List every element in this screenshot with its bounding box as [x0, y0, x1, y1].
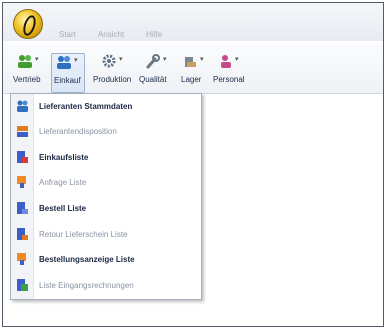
chevron-down-icon: ▾ [74, 57, 78, 64]
ribbon-label: Einkauf [54, 76, 81, 85]
menu-item-einkaufsliste[interactable]: Einkaufsliste [11, 148, 201, 168]
ribbon-label: Qualität [139, 75, 167, 84]
menu-item-label: Lieferanten Stammdaten [39, 102, 133, 111]
vertrieb-button[interactable]: ▾ Vertrieb [13, 53, 43, 91]
menu-item-label: Lieferantendisposition [39, 127, 117, 136]
group-people-icon [18, 55, 32, 68]
order-list-icon [17, 202, 28, 214]
chevron-down-icon: ▾ [200, 56, 204, 63]
ribbon-label: Lager [181, 75, 202, 84]
menu-item-lieferantendisposition[interactable]: Lieferantendisposition [11, 122, 201, 142]
wrench-icon [146, 54, 160, 69]
menu-item-label: Bestellungsanzeige Liste [39, 255, 135, 264]
chevron-down-icon: ▾ [163, 56, 167, 63]
menu-item-bestellungsanzeige-liste[interactable]: Bestellungsanzeige Liste [11, 250, 201, 270]
qualitaet-button[interactable]: ▾ Qualität [139, 53, 171, 91]
menu-item-label: Retour Lieferschein Liste [39, 230, 128, 239]
menu-item-label: Bestell Liste [39, 204, 87, 213]
ribbon-label: Personal [213, 75, 245, 84]
gear-icon [102, 54, 116, 68]
invoice-list-icon [17, 279, 28, 291]
lager-button[interactable]: ▾ Lager [181, 53, 207, 91]
ribbon-label: Vertrieb [13, 75, 41, 84]
ribbon-label: Produktion [93, 75, 132, 84]
menu-item-liste-eingangsrechnungen[interactable]: Liste Eingangsrechnungen [11, 276, 201, 296]
menu-item-lieferanten-stammdaten[interactable]: Lieferanten Stammdaten [11, 97, 201, 117]
title-bar: Start Ansicht Hilfe [3, 3, 383, 41]
ribbon-toolbar: ▾ Vertrieb ▾ Einkauf ▾ Produktion ▾ Qual… [3, 43, 383, 94]
request-list-icon [17, 176, 26, 188]
tab-hilfe[interactable]: Hilfe [146, 30, 162, 39]
group-people-icon [57, 56, 71, 69]
einkauf-dropdown-menu: Lieferanten Stammdaten Lieferantendispos… [10, 93, 202, 300]
warehouse-icon [185, 57, 196, 67]
menu-item-bestell-liste[interactable]: Bestell Liste [11, 199, 201, 219]
app-menu-orb-icon[interactable] [13, 9, 43, 39]
order-display-icon [17, 253, 26, 265]
chevron-down-icon: ▾ [119, 56, 123, 63]
produktion-button[interactable]: ▾ Produktion [93, 53, 131, 91]
menu-item-anfrage-liste[interactable]: Anfrage Liste [11, 173, 201, 193]
disposition-icon [17, 126, 28, 137]
people-icon [221, 55, 231, 68]
chevron-down-icon: ▾ [35, 56, 39, 63]
list-icon [17, 151, 28, 163]
return-list-icon [17, 228, 28, 240]
tab-start[interactable]: Start [59, 30, 76, 39]
menu-item-label: Liste Eingangsrechnungen [39, 281, 134, 290]
tab-ansicht[interactable]: Ansicht [98, 30, 124, 39]
menu-tabs: Start Ansicht Hilfe [59, 30, 162, 39]
chevron-down-icon: ▾ [235, 56, 239, 63]
einkauf-button[interactable]: ▾ Einkauf [51, 53, 85, 93]
suppliers-icon [17, 100, 28, 112]
menu-item-retour-lieferschein-liste[interactable]: Retour Lieferschein Liste [11, 225, 201, 245]
menu-item-label: Einkaufsliste [39, 153, 89, 162]
personal-button[interactable]: ▾ Personal [213, 53, 249, 91]
menu-item-label: Anfrage Liste [39, 178, 87, 187]
app-window: Start Ansicht Hilfe ▾ Vertrieb ▾ Einkauf [2, 2, 384, 327]
